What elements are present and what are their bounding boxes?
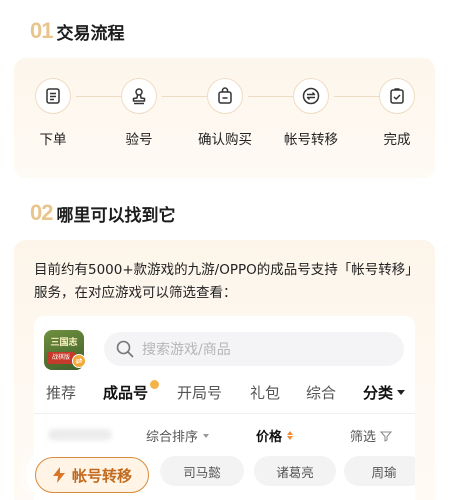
account-transfer-button[interactable]: 帐号转移: [35, 457, 149, 493]
shopping-bag-icon: [207, 78, 243, 114]
tab-starter-account[interactable]: 开局号: [177, 382, 222, 403]
sort-price[interactable]: 价格: [256, 426, 294, 445]
step-order: 下单: [13, 78, 93, 148]
section-heading: 哪里可以找到它: [56, 205, 176, 226]
chip-zhugeliang[interactable]: 诸葛亮: [254, 456, 336, 486]
section-title-process: 01 交易流程: [30, 18, 124, 44]
section-number: 02: [30, 200, 54, 225]
stamp-icon: [121, 78, 157, 114]
game-logo-title: 三国志: [50, 338, 78, 348]
tab-finished-account[interactable]: 成品号: [103, 382, 148, 403]
step-done: 完成: [357, 78, 437, 148]
description-text: 目前约有5000+款游戏的九游/OPPO的成品号支持「帐号转移」服务，在对应游戏…: [34, 262, 419, 301]
lightning-icon: [52, 467, 65, 483]
category-button[interactable]: 分类: [363, 382, 405, 403]
step-confirm: 确认购买: [185, 78, 265, 148]
transfer-icon: [293, 78, 329, 114]
section-heading: 交易流程: [56, 23, 125, 44]
section-number: 01: [30, 18, 54, 43]
tab-gift[interactable]: 礼包: [250, 382, 280, 403]
sort-label: 综合排序: [146, 430, 199, 445]
sort-arrows-icon: [287, 431, 294, 440]
step-label: 帐号转移: [284, 132, 338, 148]
step-verify: 验号: [99, 78, 179, 148]
tab-general[interactable]: 综合: [306, 382, 336, 403]
account-transfer-label: 帐号转移: [71, 466, 132, 485]
search-icon: [116, 340, 134, 358]
divider: [34, 413, 415, 414]
tab-recommend[interactable]: 推荐: [46, 382, 76, 403]
caret-down-icon: [203, 433, 210, 438]
filter-icon: [380, 431, 393, 442]
blurred-placeholder: [48, 429, 112, 441]
sort-label: 价格: [256, 430, 283, 445]
chip-simayi[interactable]: 司马懿: [160, 456, 244, 486]
filter-label: 筛选: [350, 430, 377, 445]
step-transfer: 帐号转移: [271, 78, 351, 148]
game-logo-subtitle: 战棋版: [47, 352, 75, 364]
step-label: 完成: [383, 132, 411, 148]
search-placeholder: 搜索游戏/商品: [142, 342, 231, 358]
clipboard-check-icon: [379, 78, 415, 114]
category-label: 分类: [362, 384, 393, 402]
step-label: 下单: [39, 132, 67, 148]
chevron-down-icon: [397, 390, 405, 395]
search-input[interactable]: 搜索游戏/商品: [104, 332, 404, 366]
document-icon: [35, 78, 71, 114]
swap-badge-icon: [72, 354, 86, 368]
step-label: 验号: [125, 132, 153, 148]
chip-zhouyu[interactable]: 周瑜: [344, 456, 415, 486]
filter-button[interactable]: 筛选: [350, 426, 393, 445]
process-card: 下单 验号 确认购买 帐号转移 完成: [14, 58, 435, 178]
tab-bar: 推荐 成品号 开局号 礼包 综合 分类: [34, 378, 415, 410]
sort-comprehensive[interactable]: 综合排序: [146, 426, 210, 445]
tab-badge-dot: [150, 380, 159, 389]
section-title-where: 02 哪里可以找到它: [30, 200, 175, 226]
step-label: 确认购买: [198, 132, 252, 148]
